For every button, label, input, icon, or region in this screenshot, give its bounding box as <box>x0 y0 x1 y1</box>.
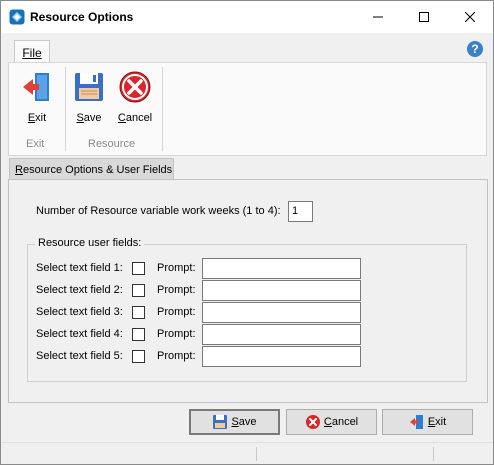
field-checkbox[interactable] <box>132 328 145 341</box>
ribbon-save-label: Save <box>76 112 102 124</box>
prompt-input[interactable] <box>202 346 361 367</box>
prompt-input[interactable] <box>202 258 361 279</box>
cancel-x-icon <box>119 71 151 103</box>
cancel-button[interactable]: Cancel <box>286 409 377 435</box>
prompt-input[interactable] <box>202 302 361 323</box>
field-checkbox[interactable] <box>132 262 145 275</box>
ribbon-group-exit-label: Exit <box>26 138 45 150</box>
save-disk-icon <box>75 73 103 101</box>
ribbon-exit-label: Exit <box>27 112 47 124</box>
weeks-input[interactable]: 1 <box>288 201 313 222</box>
field-label: Select text field 2: <box>36 284 123 296</box>
minimize-icon <box>373 16 383 18</box>
ribbon-cancel-button[interactable]: Cancel <box>113 67 157 127</box>
field-label: Select text field 4: <box>36 328 123 340</box>
prompt-label: Prompt: <box>157 328 196 340</box>
ribbon-separator <box>65 67 66 151</box>
user-field-row: Select text field 5: Prompt: <box>36 346 476 368</box>
field-checkbox[interactable] <box>132 306 145 319</box>
field-checkbox[interactable] <box>132 350 145 363</box>
minimize-button[interactable] <box>355 1 401 33</box>
field-checkbox[interactable] <box>132 284 145 297</box>
title-bar: Resource Options <box>1 1 493 33</box>
ribbon-separator <box>162 67 163 151</box>
save-button-label: Save <box>231 416 257 428</box>
exit-button-label: Exit <box>427 416 447 428</box>
user-field-row: Select text field 1: Prompt: <box>36 258 476 280</box>
field-label: Select text field 1: <box>36 262 123 274</box>
prompt-label: Prompt: <box>157 350 196 362</box>
close-icon <box>465 12 475 22</box>
field-label: Select text field 3: <box>36 306 123 318</box>
cancel-button-label: Cancel <box>323 416 359 428</box>
prompt-label: Prompt: <box>157 306 196 318</box>
close-button[interactable] <box>447 1 493 33</box>
tab-resource-options[interactable]: Resource Options & User Fields <box>9 158 174 180</box>
ribbon-panel: Exit Save Cancel Exit Resource <box>8 62 487 156</box>
status-separator <box>256 447 257 461</box>
content-panel: Number of Resource variable work weeks (… <box>8 179 488 403</box>
help-icon[interactable]: ? <box>467 41 483 57</box>
cancel-x-icon <box>305 415 320 429</box>
resource-options-window: Resource Options File ? Exit Save Cancel… <box>0 0 494 465</box>
weeks-label: Number of Resource variable work weeks (… <box>36 205 281 217</box>
prompt-label: Prompt: <box>157 284 196 296</box>
exit-button[interactable]: Exit <box>382 409 473 435</box>
window-title: Resource Options <box>30 10 134 24</box>
ribbon-exit-button[interactable]: Exit <box>15 67 59 127</box>
exit-door-icon <box>409 415 423 429</box>
ribbon-group-resource-label: Resource <box>88 138 136 150</box>
status-separator <box>433 447 434 461</box>
user-field-row: Select text field 4: Prompt: <box>36 324 476 346</box>
prompt-input[interactable] <box>202 280 361 301</box>
save-button[interactable]: Save <box>189 409 280 435</box>
tab-file[interactable]: File <box>14 40 50 64</box>
ribbon-save-button[interactable]: Save <box>67 67 111 127</box>
user-field-row: Select text field 3: Prompt: <box>36 302 476 324</box>
ribbon-tab-strip: File ? <box>1 33 493 64</box>
status-bar <box>1 442 493 464</box>
exit-door-icon <box>23 73 49 101</box>
maximize-button[interactable] <box>401 1 447 33</box>
save-disk-icon <box>213 415 228 429</box>
app-icon <box>9 9 25 25</box>
user-field-row: Select text field 2: Prompt: <box>36 280 476 302</box>
user-fields-legend: Resource user fields: <box>35 237 145 249</box>
ribbon-cancel-label: Cancel <box>117 112 153 124</box>
prompt-label: Prompt: <box>157 262 196 274</box>
field-label: Select text field 5: <box>36 350 123 362</box>
prompt-input[interactable] <box>202 324 361 345</box>
maximize-icon <box>419 12 429 22</box>
